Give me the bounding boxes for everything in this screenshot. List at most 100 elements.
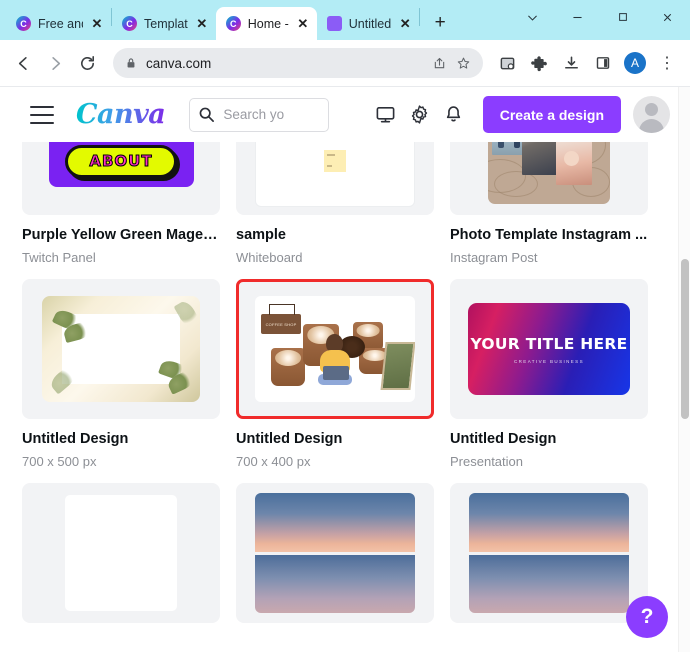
tab-title: Untitled	[348, 16, 392, 31]
about-label: ABOUT	[89, 152, 153, 171]
browser-tab-2-active[interactable]: C Home - ✕	[215, 7, 317, 40]
design-card[interactable]	[236, 483, 434, 623]
close-tab-icon[interactable]: ✕	[195, 16, 209, 31]
about-button-graphic: ABOUT	[65, 144, 177, 178]
sunset-sky-thumb	[255, 493, 415, 613]
close-tab-icon[interactable]: ✕	[296, 16, 310, 31]
close-window-button[interactable]	[645, 0, 690, 34]
design-subtitle: 700 x 400 px	[236, 454, 311, 469]
minimize-button[interactable]	[555, 0, 600, 34]
collage-photo	[522, 142, 560, 175]
create-design-button[interactable]: Create a design	[482, 96, 621, 133]
sky-image-bottom	[469, 554, 629, 613]
search-icon	[199, 107, 215, 122]
gradient-presentation-thumb: YOUR TITLE HERE CREATIVE BUSINESS	[468, 303, 630, 395]
design-card-selected[interactable]: COFFEE SHOP Untitled Design 700 x 400 px	[236, 279, 434, 469]
canva-header: Canva Search yo Create a design	[0, 87, 690, 142]
hamburger-icon[interactable]	[30, 105, 54, 124]
reload-button[interactable]	[72, 48, 102, 78]
tab-search-chevron-icon[interactable]	[510, 0, 555, 34]
extensions-icon[interactable]	[524, 48, 554, 78]
browser-tab-1[interactable]: C Templat ✕	[112, 7, 216, 40]
sky-image-top	[255, 493, 415, 552]
design-card[interactable]: Photo Template Instagram ... Instagram P…	[450, 142, 648, 265]
sunset-sky-thumb	[469, 493, 629, 613]
monitor-icon[interactable]	[369, 98, 403, 132]
close-tab-icon[interactable]: ✕	[90, 16, 104, 31]
design-title: Purple Yellow Green Magen...	[22, 227, 220, 243]
design-thumbnail[interactable]	[22, 483, 220, 623]
design-title: Untitled Design	[236, 431, 343, 447]
design-thumbnail[interactable]: COFFEE SHOP	[236, 279, 434, 419]
design-title: sample	[236, 227, 286, 243]
url-text: canva.com	[146, 55, 212, 71]
star-icon[interactable]	[456, 56, 471, 71]
canva-logo[interactable]: Canva	[76, 99, 166, 130]
browser-window: C Free and ✕ C Templat ✕ C Home - ✕ Unti…	[0, 0, 690, 652]
search-placeholder: Search yo	[223, 107, 285, 122]
twitch-panel-thumb: ABOUT	[48, 142, 194, 187]
design-subtitle: 700 x 500 px	[22, 454, 97, 469]
canva-favicon-icon: C	[122, 16, 137, 31]
blank-document-thumb	[65, 495, 177, 611]
design-card[interactable]	[22, 483, 220, 623]
presentation-subtitle-text: CREATIVE BUSINESS	[514, 358, 584, 364]
back-button[interactable]	[8, 48, 38, 78]
chalkboard-easel	[380, 342, 415, 390]
close-tab-icon[interactable]: ✕	[398, 16, 412, 31]
page-scrollbar[interactable]	[678, 87, 690, 652]
tab-title: Home -	[247, 16, 289, 31]
scrollbar-thumb[interactable]	[681, 259, 689, 419]
sky-image-top	[469, 493, 629, 552]
tab-strip: C Free and ✕ C Templat ✕ C Home - ✕ Unti…	[0, 0, 690, 40]
design-subtitle: Presentation	[450, 454, 523, 469]
design-card[interactable]: Untitled Design 700 x 500 px	[22, 279, 220, 469]
photo-collage-thumb	[488, 142, 610, 204]
design-thumbnail[interactable]: ABOUT	[22, 142, 220, 215]
design-card[interactable]: sample Whiteboard	[236, 142, 434, 265]
whiteboard-thumb	[255, 142, 415, 207]
browser-toolbar: canva.com A ⋮	[0, 40, 690, 87]
design-thumbnail[interactable]	[450, 483, 648, 623]
designs-grid: ABOUT Purple Yellow Green Magen... Twitc…	[0, 142, 690, 623]
canva-page: Canva Search yo Create a design ABOUT Pu…	[0, 87, 690, 652]
bell-icon[interactable]	[437, 98, 471, 132]
profile-avatar[interactable]: A	[620, 48, 650, 78]
canva-favicon-icon: C	[16, 16, 31, 31]
tab-divider	[419, 7, 421, 26]
maximize-button[interactable]	[600, 0, 645, 34]
forward-button[interactable]	[40, 48, 70, 78]
collage-photo	[556, 142, 592, 185]
browser-tab-3[interactable]: Untitled ✕	[317, 7, 419, 40]
design-thumbnail[interactable]	[22, 279, 220, 419]
browser-tab-0[interactable]: C Free and ✕	[6, 7, 111, 40]
design-title: Untitled Design	[22, 431, 129, 447]
design-card[interactable]: ABOUT Purple Yellow Green Magen... Twitc…	[22, 142, 220, 265]
canva-favicon-icon: C	[225, 16, 241, 31]
gear-icon[interactable]	[403, 98, 437, 132]
new-tab-button[interactable]: +	[426, 9, 454, 37]
presentation-title-text: YOUR TITLE HERE	[470, 334, 628, 353]
design-card[interactable]	[450, 483, 648, 623]
sky-image-bottom	[255, 554, 415, 613]
address-bar[interactable]: canva.com	[113, 48, 483, 78]
design-subtitle: Whiteboard	[236, 250, 303, 265]
search-input[interactable]: Search yo	[189, 97, 330, 132]
share-icon[interactable]	[432, 56, 447, 71]
design-card[interactable]: YOUR TITLE HERE CREATIVE BUSINESS Untitl…	[450, 279, 648, 469]
design-thumbnail[interactable]: YOUR TITLE HERE CREATIVE BUSINESS	[450, 279, 648, 419]
sticky-note-graphic	[324, 150, 346, 172]
capture-icon[interactable]	[492, 48, 522, 78]
side-panel-icon[interactable]	[588, 48, 618, 78]
design-thumbnail[interactable]	[236, 483, 434, 623]
design-thumbnail[interactable]	[236, 142, 434, 215]
tab-title: Free and	[38, 16, 83, 31]
design-thumbnail[interactable]	[450, 142, 648, 215]
window-controls	[510, 0, 690, 34]
avatar[interactable]	[633, 96, 670, 133]
lock-icon	[125, 57, 137, 69]
design-subtitle: Twitch Panel	[22, 250, 96, 265]
downloads-icon[interactable]	[556, 48, 586, 78]
chrome-menu-icon[interactable]: ⋮	[652, 48, 682, 78]
help-button[interactable]: ?	[626, 596, 668, 638]
